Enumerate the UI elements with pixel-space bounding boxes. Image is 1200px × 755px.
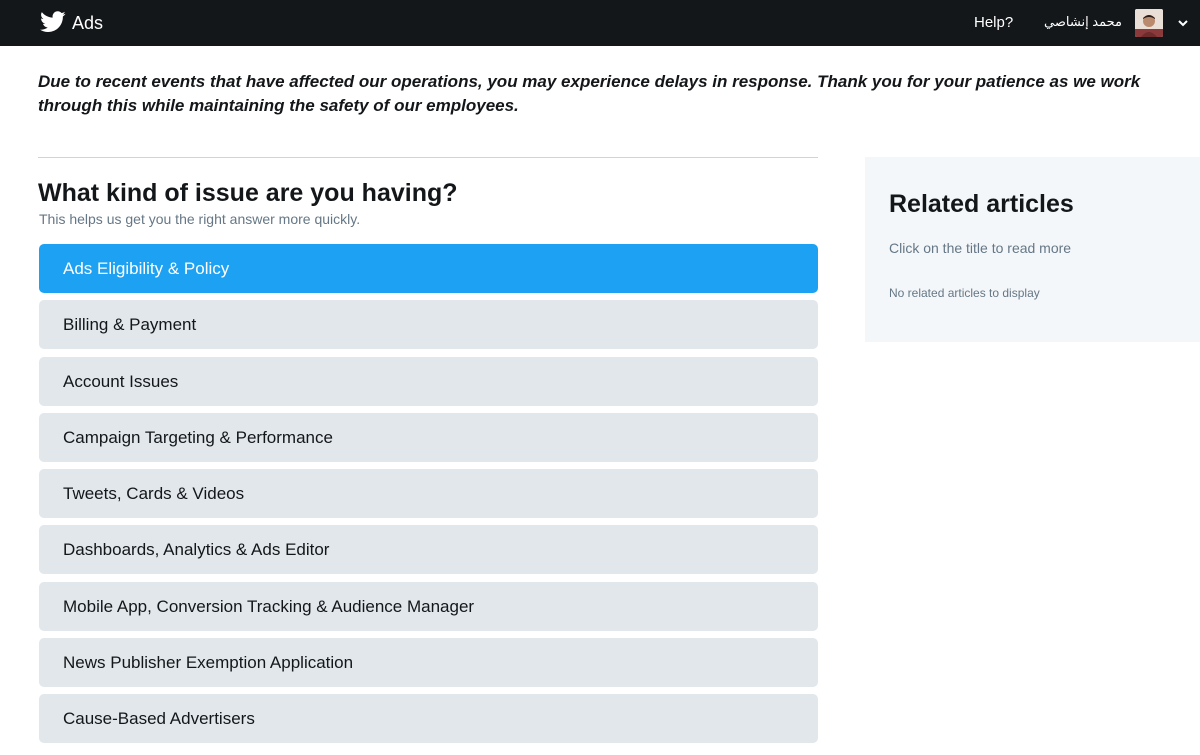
page-subtitle: This helps us get you the right answer m… xyxy=(39,211,361,227)
service-notice: Due to recent events that have affected … xyxy=(38,72,1141,115)
issue-option-billing-payment[interactable]: Billing & Payment xyxy=(39,300,818,350)
issue-option-cause-based-advertisers[interactable]: Cause-Based Advertisers xyxy=(39,694,818,744)
brand-label[interactable]: Ads xyxy=(72,13,103,34)
issue-options-list: Ads Eligibility & Policy Billing & Payme… xyxy=(39,244,818,751)
issue-option-tweets-cards-videos[interactable]: Tweets, Cards & Videos xyxy=(39,469,818,519)
issue-option-dashboards-analytics-ads-editor[interactable]: Dashboards, Analytics & Ads Editor xyxy=(39,525,818,575)
twitter-bird-icon[interactable] xyxy=(40,11,66,33)
page-title: What kind of issue are you having? xyxy=(38,179,458,207)
issue-option-ads-eligibility-policy[interactable]: Ads Eligibility & Policy xyxy=(39,244,818,293)
issue-option-news-publisher-exemption[interactable]: News Publisher Exemption Application xyxy=(39,638,818,688)
related-articles-panel: Related articles Click on the title to r… xyxy=(865,157,1200,342)
related-articles-title: Related articles xyxy=(889,190,1074,218)
avatar[interactable] xyxy=(1135,9,1163,37)
avatar-image xyxy=(1135,9,1163,37)
chevron-down-icon[interactable] xyxy=(1176,17,1190,29)
section-divider xyxy=(38,157,818,158)
related-articles-empty-state: No related articles to display xyxy=(889,286,1040,300)
issue-option-account-issues[interactable]: Account Issues xyxy=(39,356,818,406)
top-navigation-bar: Ads Help? محمد إنشاصي xyxy=(0,0,1200,46)
related-articles-hint: Click on the title to read more xyxy=(889,240,1072,256)
issue-option-mobile-app-conversion-tracking[interactable]: Mobile App, Conversion Tracking & Audien… xyxy=(39,581,818,631)
issue-option-campaign-targeting-performance[interactable]: Campaign Targeting & Performance xyxy=(39,412,818,462)
help-link[interactable]: Help? xyxy=(974,14,1013,31)
user-name[interactable]: محمد إنشاصي xyxy=(1044,14,1122,30)
